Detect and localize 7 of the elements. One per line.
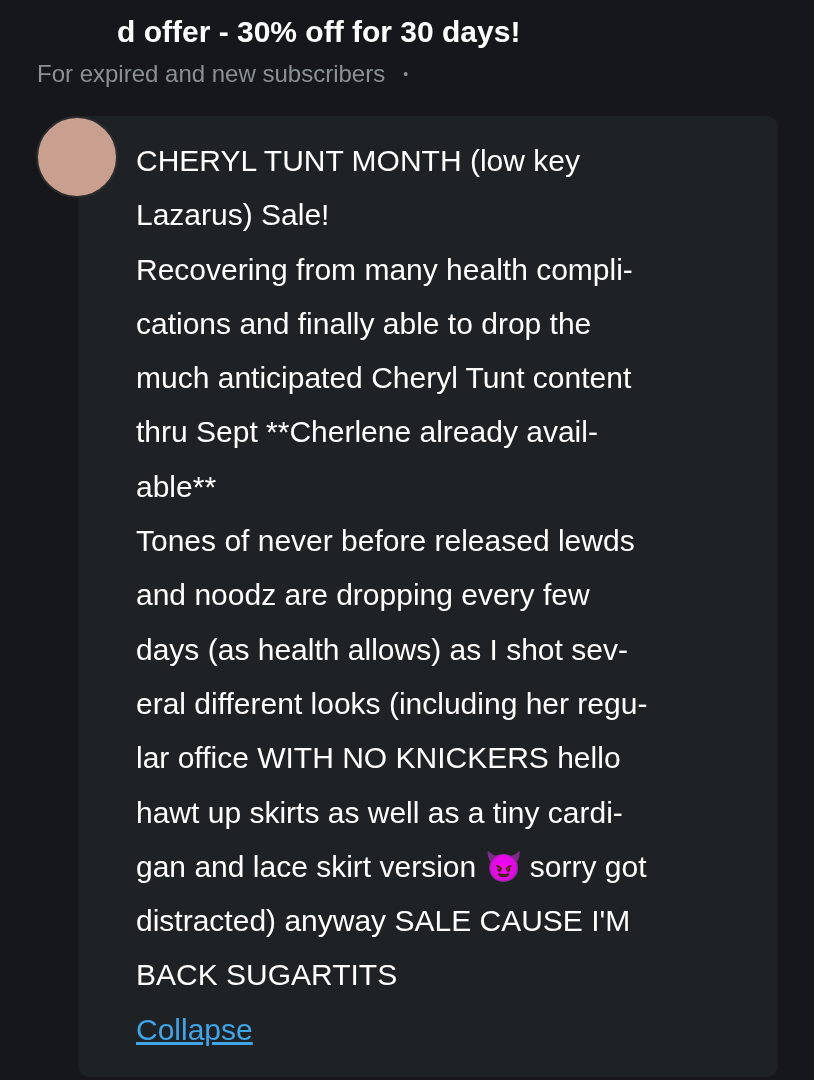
post-text: Recovering from many health compli- cations and finally able to drop the much anticipated Cheryl Tunt content thru Sept **Cherlene already avail- able**: [136, 251, 634, 505]
offer-subtitle: For expired and new subscribers: [37, 60, 386, 88]
post-text: Tones of never before released lewds and noodz are dropping every few days (as health allows) as I shot sev- eral different looks (including her regu- lar office WITH NO KNICKERS hello hawt up skirts as well as a tiny cardi- gan and lace skirt version 😈 sorry got distracted) anyway SALE CAUSE I'M BACK SUGARTITS: [136, 523, 649, 994]
post-text: CHERYL TUNT MONTH (low key Lazarus) Sale!: [136, 143, 581, 234]
offer-title: d offer - 30% off for 30 days!: [116, 14, 522, 50]
collapse-link[interactable]: Collapse: [136, 1002, 253, 1057]
separator-dot: •: [403, 66, 409, 82]
